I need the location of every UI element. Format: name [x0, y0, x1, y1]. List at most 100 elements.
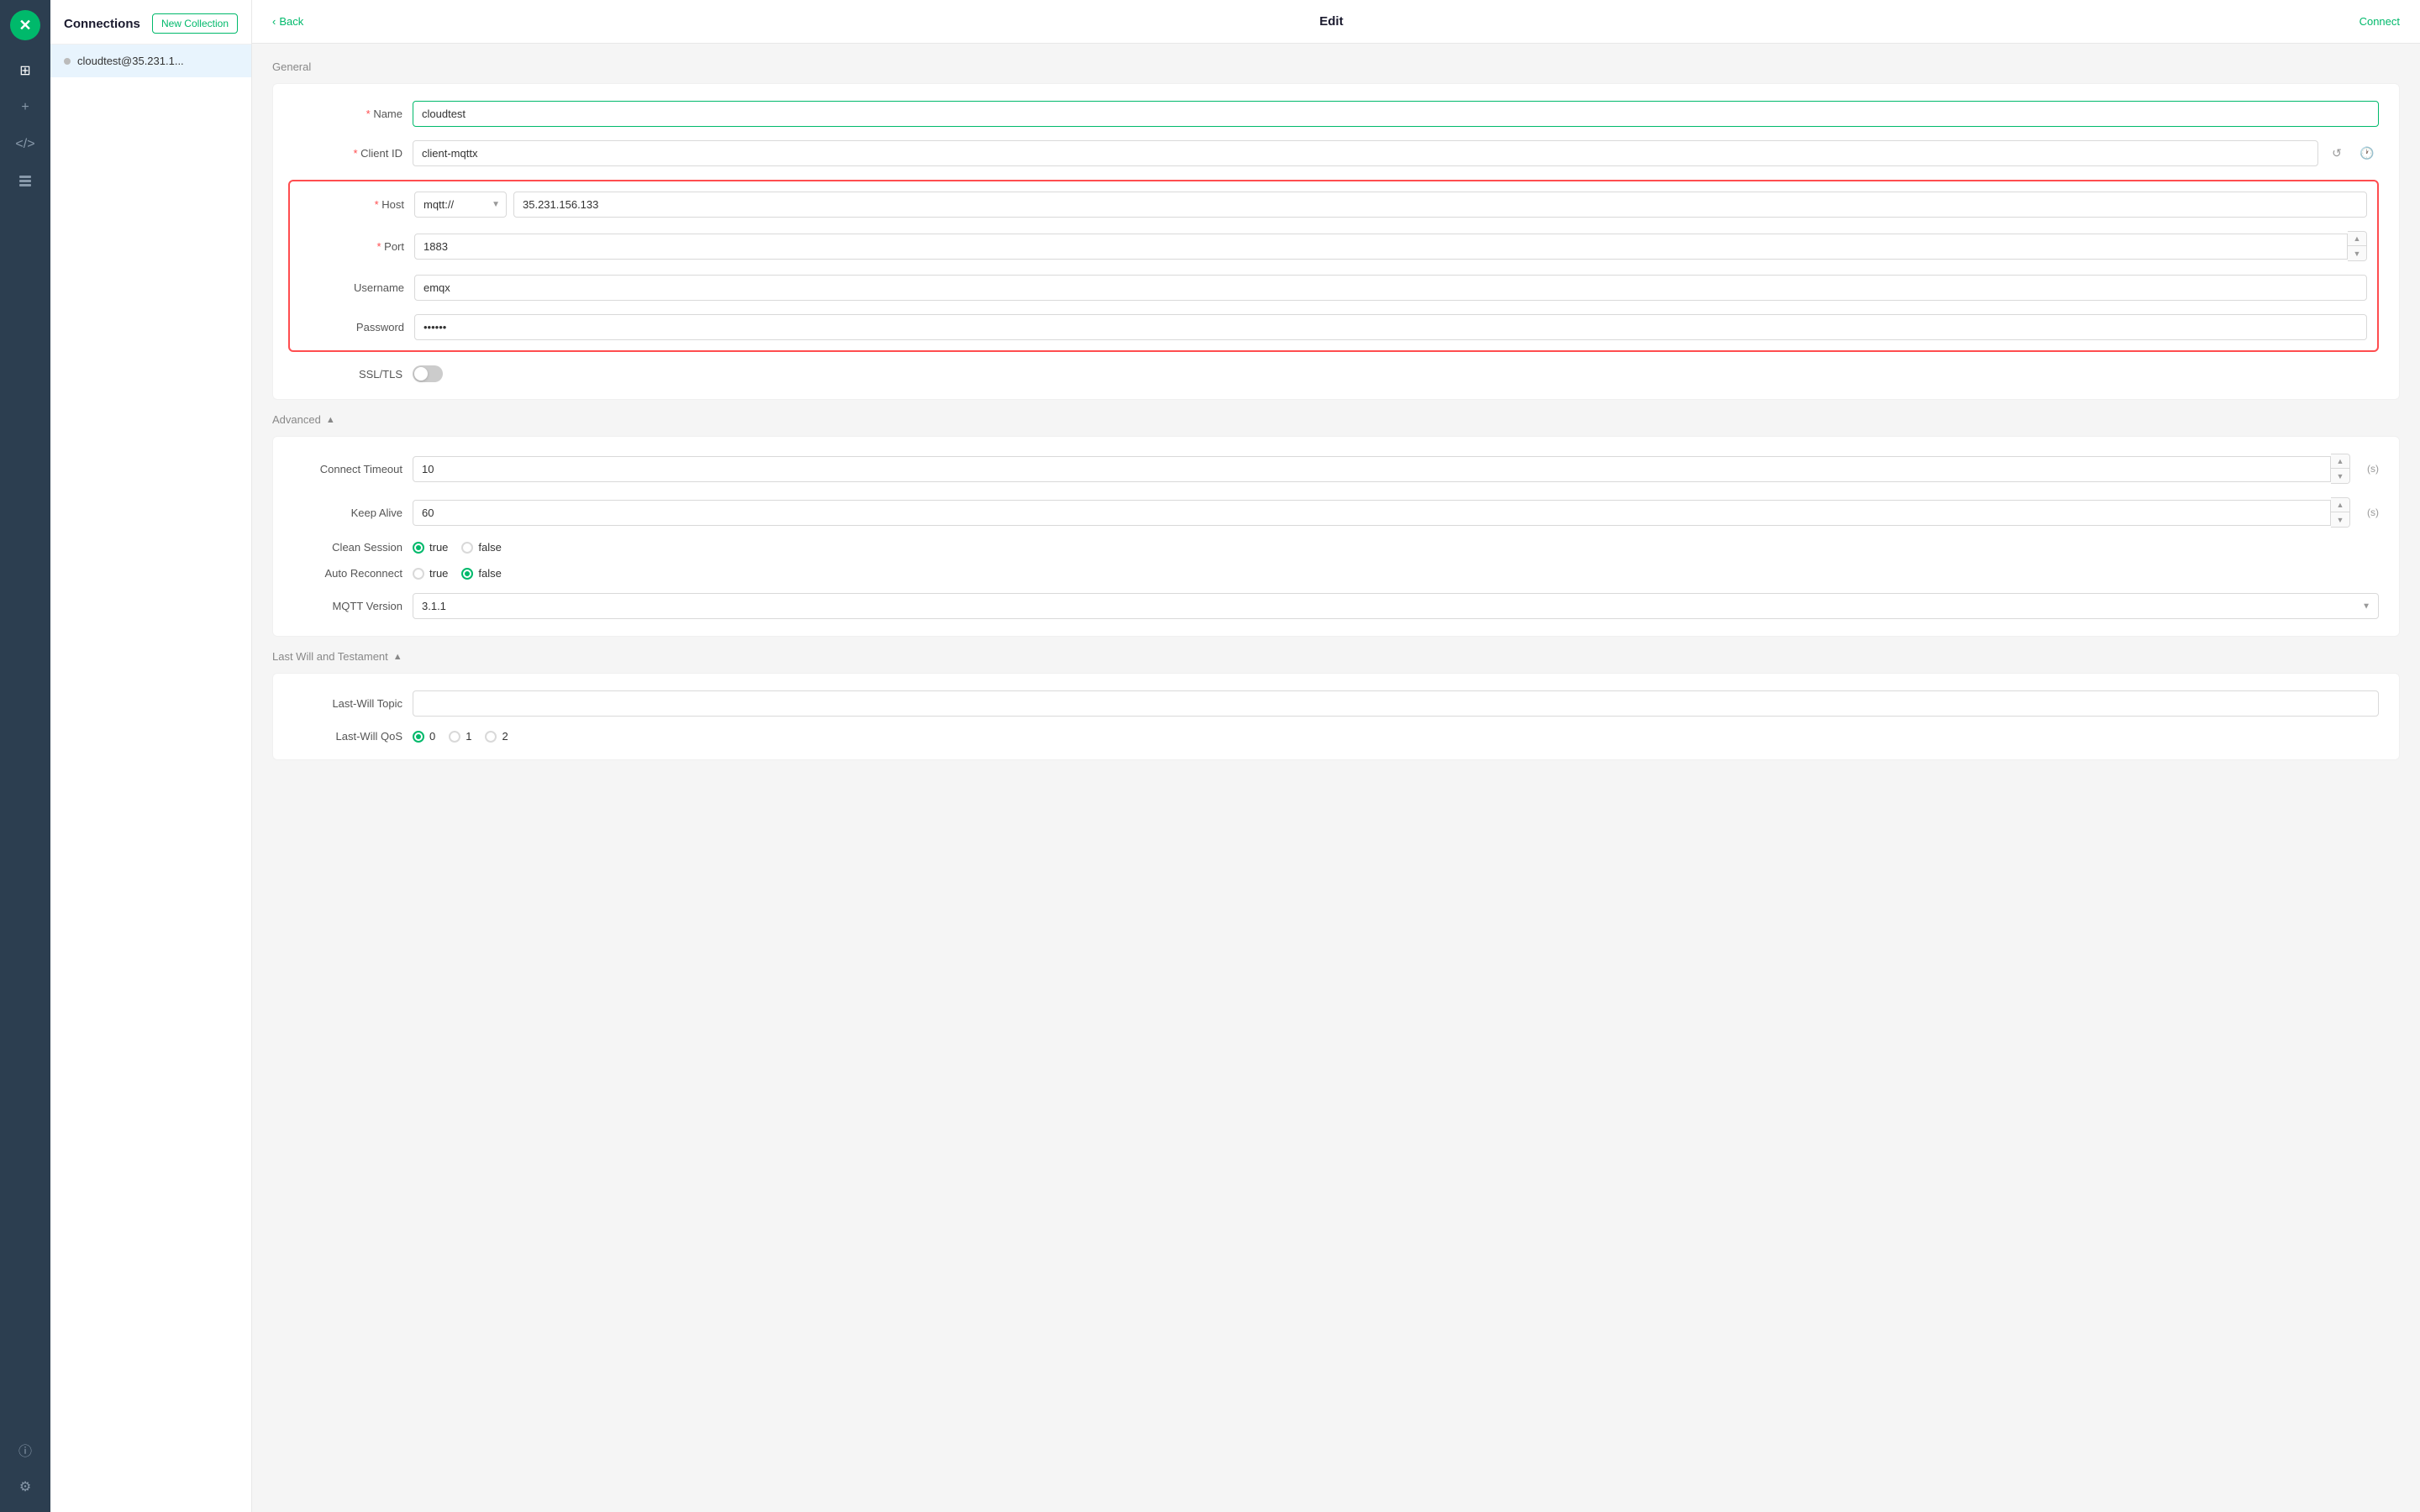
auto-reconnect-false-label: false	[478, 567, 501, 580]
connect-timeout-group: ▲ ▼	[413, 454, 2350, 484]
qos-0-option[interactable]: 0	[413, 730, 435, 743]
back-chevron-icon: ‹	[272, 15, 276, 28]
general-section-title: General	[272, 60, 2400, 73]
host-protocol-select[interactable]: mqtt:// mqtts:// ws:// wss://	[414, 192, 507, 218]
sidebar-narrow: ✕ ⊞ + </> ⓘ ⚙	[0, 0, 50, 1512]
advanced-title-text: Advanced	[272, 413, 321, 426]
host-group: mqtt:// mqtts:// ws:// wss:// ▼	[414, 192, 2367, 218]
username-row: Username	[295, 275, 2367, 301]
qos-0-label: 0	[429, 730, 435, 743]
sidebar-icon-info[interactable]: ⓘ	[10, 1435, 40, 1465]
app-logo: ✕	[10, 10, 40, 40]
time-icon[interactable]: 🕐	[2355, 142, 2379, 165]
client-id-row: Client ID ↺ 🕐	[293, 140, 2379, 166]
port-row: Port ▲ ▼	[295, 231, 2367, 261]
port-group: ▲ ▼	[414, 231, 2367, 261]
sidebar-icon-code[interactable]: </>	[10, 129, 40, 160]
last-will-chevron-icon: ▲	[393, 652, 402, 662]
keep-alive-row: Keep Alive ▲ ▼ (s)	[293, 497, 2379, 528]
client-id-input[interactable]	[413, 140, 2318, 166]
general-card: Name Client ID ↺ 🕐 Host	[272, 83, 2400, 400]
port-up-button[interactable]: ▲	[2348, 232, 2366, 246]
form-area: General Name Client ID ↺ 🕐 Host	[252, 44, 2420, 1512]
topbar: ‹ Back Edit Connect	[252, 0, 2420, 44]
auto-reconnect-true-label: true	[429, 567, 448, 580]
connect-timeout-unit: (s)	[2367, 463, 2379, 475]
qos-2-radio[interactable]	[485, 731, 497, 743]
ssl-tls-row: SSL/TLS	[293, 365, 2379, 382]
port-spinners: ▲ ▼	[2348, 231, 2367, 261]
connections-header: Connections New Collection	[50, 0, 251, 45]
qos-1-radio[interactable]	[449, 731, 460, 743]
connection-status-dot	[64, 58, 71, 65]
auto-reconnect-true-radio[interactable]	[413, 568, 424, 580]
keep-alive-spinners: ▲ ▼	[2331, 497, 2350, 528]
qos-1-option[interactable]: 1	[449, 730, 471, 743]
connect-timeout-input[interactable]	[413, 456, 2331, 482]
auto-reconnect-false-radio[interactable]	[461, 568, 473, 580]
keep-alive-up-button[interactable]: ▲	[2331, 498, 2349, 512]
sidebar-icon-connections[interactable]: ⊞	[10, 55, 40, 86]
new-collection-button[interactable]: New Collection	[152, 13, 238, 34]
host-protocol-wrapper: mqtt:// mqtts:// ws:// wss:// ▼	[414, 192, 507, 218]
port-down-button[interactable]: ▼	[2348, 246, 2366, 260]
last-will-card: Last-Will Topic Last-Will QoS 0 1	[272, 673, 2400, 760]
keep-alive-unit: (s)	[2367, 507, 2379, 518]
sidebar-icon-add[interactable]: +	[10, 92, 40, 123]
back-link[interactable]: ‹ Back	[272, 15, 303, 28]
main-content: ‹ Back Edit Connect General Name Client …	[252, 0, 2420, 1512]
back-label: Back	[279, 15, 303, 28]
last-will-topic-row: Last-Will Topic	[293, 690, 2379, 717]
sidebar-icon-table[interactable]	[10, 166, 40, 197]
port-label: Port	[295, 240, 404, 253]
last-will-qos-row: Last-Will QoS 0 1 2	[293, 730, 2379, 743]
host-label: Host	[295, 198, 404, 211]
last-will-topic-label: Last-Will Topic	[293, 697, 402, 710]
name-input[interactable]	[413, 101, 2379, 127]
mqtt-version-select[interactable]: 3.1.1 5.0	[413, 593, 2379, 619]
last-will-qos-radio-group: 0 1 2	[413, 730, 508, 743]
qos-0-radio[interactable]	[413, 731, 424, 743]
last-will-topic-input[interactable]	[413, 690, 2379, 717]
timeout-down-button[interactable]: ▼	[2331, 469, 2349, 483]
qos-2-label: 2	[502, 730, 508, 743]
last-will-section-title[interactable]: Last Will and Testament ▲	[272, 650, 2400, 663]
connections-title: Connections	[64, 17, 140, 31]
username-input[interactable]	[414, 275, 2367, 301]
qos-2-option[interactable]: 2	[485, 730, 508, 743]
clean-session-label: Clean Session	[293, 541, 402, 554]
connections-panel: Connections New Collection cloudtest@35.…	[50, 0, 252, 1512]
host-address-input[interactable]	[513, 192, 2367, 218]
connection-item[interactable]: cloudtest@35.231.1...	[50, 45, 251, 77]
clean-session-false-radio[interactable]	[461, 542, 473, 554]
clean-session-true-label: true	[429, 541, 448, 554]
refresh-icon[interactable]: ↺	[2325, 142, 2349, 165]
sidebar-icon-settings[interactable]: ⚙	[10, 1472, 40, 1502]
name-row: Name	[293, 101, 2379, 127]
clean-session-radio-group: true false	[413, 541, 502, 554]
ssl-tls-toggle[interactable]	[413, 365, 443, 382]
clean-session-true-radio[interactable]	[413, 542, 424, 554]
host-row: Host mqtt:// mqtts:// ws:// wss:// ▼	[295, 192, 2367, 218]
mqtt-version-label: MQTT Version	[293, 600, 402, 612]
password-input[interactable]	[414, 314, 2367, 340]
clean-session-false-option[interactable]: false	[461, 541, 501, 554]
clean-session-false-label: false	[478, 541, 501, 554]
advanced-chevron-icon: ▲	[326, 415, 335, 425]
connect-timeout-label: Connect Timeout	[293, 463, 402, 475]
advanced-card: Connect Timeout ▲ ▼ (s) Keep Alive ▲	[272, 436, 2400, 637]
port-input[interactable]	[414, 234, 2348, 260]
password-label: Password	[295, 321, 404, 333]
ssl-tls-label: SSL/TLS	[293, 368, 402, 381]
mqtt-version-row: MQTT Version 3.1.1 5.0 ▼	[293, 593, 2379, 619]
auto-reconnect-false-option[interactable]: false	[461, 567, 501, 580]
keep-alive-input[interactable]	[413, 500, 2331, 526]
page-title: Edit	[303, 14, 2359, 29]
connect-button[interactable]: Connect	[2360, 15, 2400, 28]
keep-alive-down-button[interactable]: ▼	[2331, 512, 2349, 527]
clean-session-true-option[interactable]: true	[413, 541, 448, 554]
auto-reconnect-true-option[interactable]: true	[413, 567, 448, 580]
advanced-section-title[interactable]: Advanced ▲	[272, 413, 2400, 426]
timeout-up-button[interactable]: ▲	[2331, 454, 2349, 469]
username-label: Username	[295, 281, 404, 294]
